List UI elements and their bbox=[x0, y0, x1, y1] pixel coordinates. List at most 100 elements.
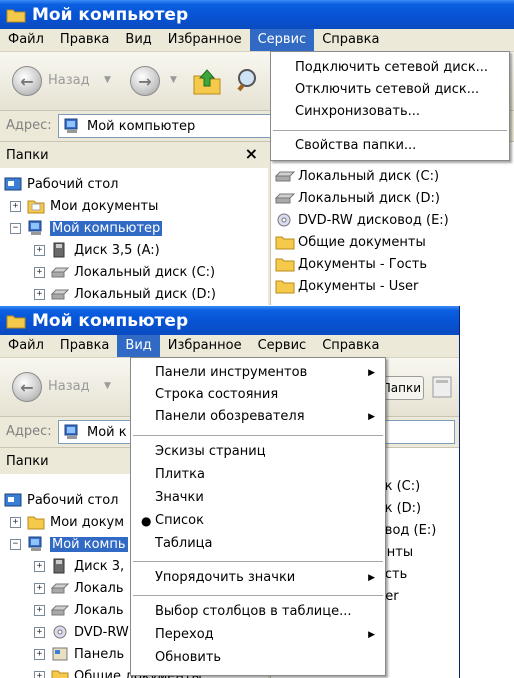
menu-item-synchronize[interactable]: Синхронизовать... bbox=[271, 101, 509, 123]
menu-item-list[interactable]: ● Список bbox=[131, 510, 385, 532]
tree-item-desktop[interactable]: Рабочий стол bbox=[4, 490, 118, 510]
back-dropdown-icon[interactable]: ▼ bbox=[104, 381, 111, 391]
menu-tools[interactable]: Сервис bbox=[249, 29, 315, 51]
expand-icon[interactable]: + bbox=[34, 266, 45, 278]
folder-icon bbox=[27, 200, 45, 214]
list-item[interactable]: Документы - Гость bbox=[275, 254, 427, 274]
desktop-icon bbox=[4, 177, 22, 191]
menu-bar: Файл Правка Вид Избранное Сервис Справка bbox=[0, 29, 514, 52]
menu-file[interactable]: Файл bbox=[0, 335, 52, 357]
menu-view[interactable]: Вид bbox=[117, 335, 160, 357]
back-arrow-icon[interactable]: ← bbox=[12, 372, 42, 402]
tree-item-floppy[interactable]: + Диск 3,5 (A:) bbox=[34, 240, 160, 260]
list-item[interactable]: Общие документы bbox=[275, 232, 426, 252]
menu-item-choose-details[interactable]: Выбор столбцов в таблице... bbox=[131, 601, 385, 623]
menu-edit[interactable]: Правка bbox=[52, 29, 117, 51]
expand-icon[interactable]: + bbox=[34, 560, 45, 572]
tree-item-drive-c[interactable]: + Локаль bbox=[34, 578, 124, 598]
collapse-icon[interactable]: − bbox=[10, 538, 21, 550]
my-computer-icon bbox=[64, 118, 78, 133]
menu-help[interactable]: Справка bbox=[314, 29, 387, 51]
tree-item-my-computer[interactable]: − Мой компь bbox=[10, 534, 128, 554]
expand-icon[interactable]: + bbox=[34, 648, 45, 660]
tree-item-dvd[interactable]: + DVD-RW bbox=[34, 622, 129, 642]
menu-item-disconnect-network-drive[interactable]: Отключить сетевой диск... bbox=[271, 79, 509, 101]
tree-item-label: Мои докум bbox=[50, 514, 125, 530]
tree-item-control-panel[interactable]: + Панель bbox=[34, 644, 124, 664]
list-item[interactable]: DVD-RW дисковод (E:) bbox=[275, 210, 449, 230]
expand-icon[interactable]: + bbox=[10, 200, 21, 212]
list-item[interactable]: Локальный диск (C:) bbox=[275, 166, 439, 186]
tree-item-my-computer[interactable]: − Мой компьютер bbox=[10, 218, 163, 238]
menu-item-arrange-icons[interactable]: Упорядочить значки ▶ bbox=[131, 567, 385, 589]
expand-icon[interactable]: + bbox=[34, 244, 45, 256]
menu-item-explorer-bar[interactable]: Панели обозревателя ▶ bbox=[131, 406, 385, 428]
expand-icon[interactable]: + bbox=[10, 516, 21, 528]
search-icon[interactable] bbox=[234, 66, 264, 96]
forward-dropdown-icon[interactable]: ▼ bbox=[170, 75, 177, 85]
tree-item-desktop[interactable]: Рабочий стол bbox=[4, 174, 118, 194]
menu-item-label: Обновить bbox=[155, 650, 222, 665]
expand-icon[interactable]: + bbox=[34, 582, 45, 594]
expand-icon[interactable]: + bbox=[34, 670, 45, 678]
title-bar[interactable]: Мой компьютер bbox=[0, 306, 459, 335]
menu-item-label: Список bbox=[155, 513, 204, 528]
menu-item-label: Выбор столбцов в таблице... bbox=[155, 604, 352, 619]
menu-item-icons[interactable]: Значки bbox=[131, 487, 385, 509]
tree-item-label: Панель bbox=[74, 646, 125, 662]
up-folder-icon[interactable] bbox=[192, 66, 222, 96]
menu-favorites[interactable]: Избранное bbox=[160, 29, 250, 51]
menu-item-thumbnails[interactable]: Эскизы страниц bbox=[131, 441, 385, 463]
folder-icon bbox=[6, 9, 26, 22]
tree-item-drive-c[interactable]: + Локальный диск (C:) bbox=[34, 262, 215, 282]
folders-pane-title: Папки bbox=[6, 148, 49, 163]
back-label[interactable]: Назад bbox=[48, 379, 90, 394]
back-label[interactable]: Назад bbox=[48, 73, 90, 88]
list-item[interactable]: Документы - User bbox=[275, 276, 418, 296]
back-arrow-icon[interactable]: ← bbox=[12, 66, 42, 96]
expand-icon[interactable]: + bbox=[34, 288, 45, 300]
menu-item-go-to[interactable]: Переход ▶ bbox=[131, 624, 385, 646]
list-item-label: Общие документы bbox=[298, 234, 426, 250]
tree-item-floppy[interactable]: + Диск 3, bbox=[34, 556, 124, 576]
menu-edit[interactable]: Правка bbox=[52, 335, 117, 357]
menu-help[interactable]: Справка bbox=[314, 335, 387, 357]
menu-item-tiles[interactable]: Плитка bbox=[131, 464, 385, 486]
tree-item-my-documents[interactable]: + Мои документы bbox=[10, 196, 158, 216]
address-label: Адрес: bbox=[6, 118, 52, 133]
floppy-drive-icon bbox=[53, 558, 65, 574]
list-item-label: Локальный диск (C:) bbox=[298, 168, 440, 184]
view-dropdown-menu: Панели инструментов ▶ Строка состояния Па… bbox=[130, 357, 386, 676]
expand-icon[interactable]: + bbox=[34, 626, 45, 638]
forward-arrow-icon[interactable]: → bbox=[130, 66, 160, 96]
menu-file[interactable]: Файл bbox=[0, 29, 52, 51]
menu-tools[interactable]: Сервис bbox=[250, 335, 315, 357]
title-bar[interactable]: Мой компьютер bbox=[0, 0, 514, 29]
folder-icon bbox=[275, 236, 295, 250]
collapse-icon[interactable]: − bbox=[10, 222, 21, 234]
expand-icon[interactable]: + bbox=[34, 604, 45, 616]
menu-item-map-network-drive[interactable]: Подключить сетевой диск... bbox=[271, 57, 509, 79]
close-icon[interactable]: × bbox=[245, 144, 258, 163]
submenu-arrow-icon: ▶ bbox=[368, 368, 375, 378]
my-computer-icon bbox=[28, 536, 42, 551]
list-item[interactable]: Локальный диск (D:) bbox=[275, 188, 440, 208]
submenu-arrow-icon: ▶ bbox=[368, 412, 375, 422]
menu-separator bbox=[273, 130, 507, 131]
views-icon[interactable] bbox=[430, 374, 456, 400]
tree-item-my-documents[interactable]: + Мои докум bbox=[10, 512, 124, 532]
dvd-drive-icon bbox=[53, 625, 67, 639]
menu-item-status-bar[interactable]: Строка состояния bbox=[131, 384, 385, 406]
tree-item-drive-d[interactable]: + Локаль bbox=[34, 600, 124, 620]
tree-item-drive-d[interactable]: + Локальный диск (D:) bbox=[34, 284, 216, 304]
tree-item-label: Локаль bbox=[74, 602, 124, 618]
menu-item-toolbars[interactable]: Панели инструментов ▶ bbox=[131, 362, 385, 384]
back-dropdown-icon[interactable]: ▼ bbox=[104, 75, 111, 85]
menu-favorites[interactable]: Избранное bbox=[160, 335, 250, 357]
menu-item-details[interactable]: Таблица bbox=[131, 533, 385, 555]
my-computer-icon bbox=[64, 424, 78, 439]
menu-item-folder-options[interactable]: Свойства папки... bbox=[271, 135, 509, 157]
menu-item-label: Панели инструментов bbox=[155, 365, 308, 380]
menu-item-refresh[interactable]: Обновить bbox=[131, 647, 385, 669]
menu-view[interactable]: Вид bbox=[117, 29, 159, 51]
